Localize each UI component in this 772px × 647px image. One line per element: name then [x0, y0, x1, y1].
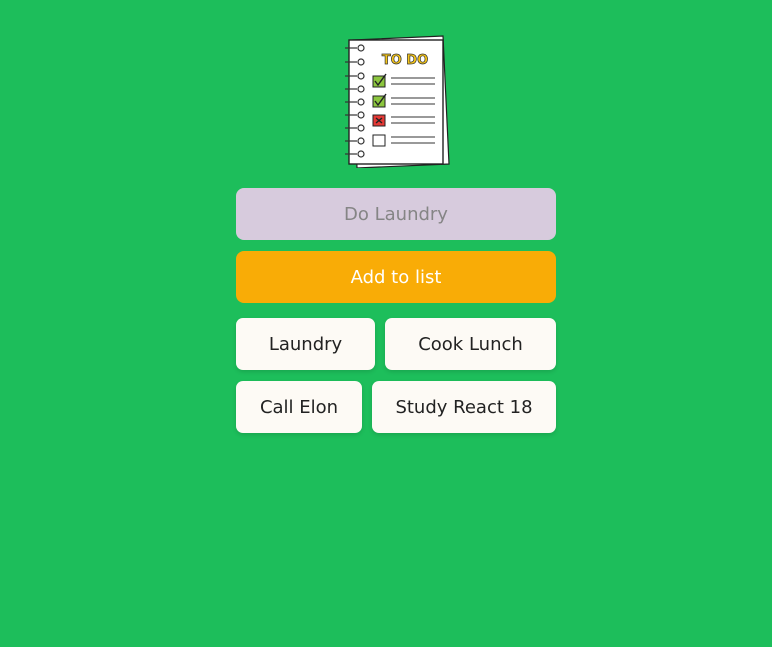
todo-item[interactable]: Call Elon	[236, 381, 362, 433]
todo-item[interactable]: Cook Lunch	[385, 318, 556, 370]
task-input[interactable]	[236, 188, 556, 240]
todo-notepad-icon: TO DO	[345, 35, 450, 168]
add-to-list-button[interactable]: Add to list	[236, 251, 556, 303]
todo-logo-title: TO DO	[382, 53, 428, 68]
todo-row: Laundry Cook Lunch	[236, 318, 556, 370]
todo-list: Laundry Cook Lunch Call Elon Study React…	[236, 318, 556, 444]
todo-item[interactable]: Study React 18	[372, 381, 556, 433]
todo-row: Call Elon Study React 18	[236, 381, 556, 433]
todo-item[interactable]: Laundry	[236, 318, 375, 370]
